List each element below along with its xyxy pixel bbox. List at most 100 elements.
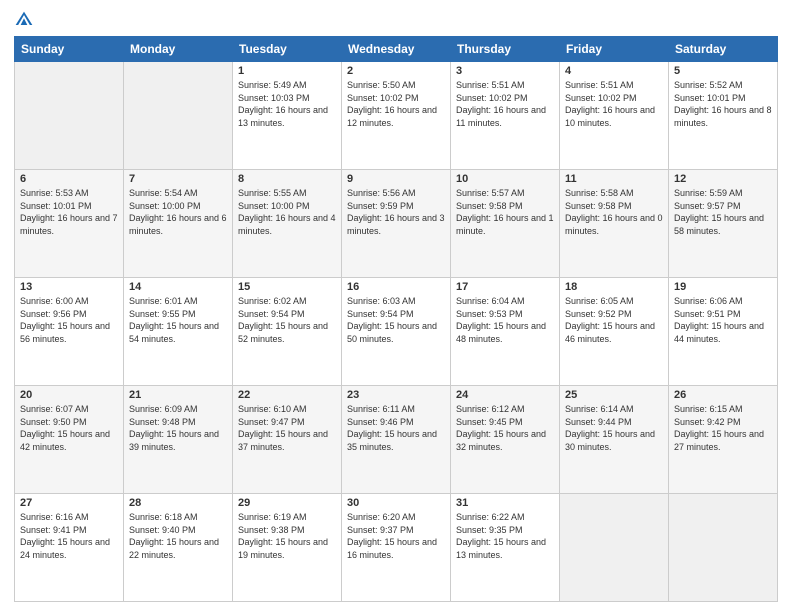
day-detail: Sunrise: 6:03 AMSunset: 9:54 PMDaylight:… (347, 295, 445, 345)
day-number: 2 (347, 65, 445, 77)
calendar-week-row: 20 Sunrise: 6:07 AMSunset: 9:50 PMDayligh… (15, 386, 778, 494)
calendar-week-row: 27 Sunrise: 6:16 AMSunset: 9:41 PMDayligh… (15, 494, 778, 602)
calendar-cell: 29Sunrise: 6:19 AMSunset: 9:38 PMDayligh… (233, 494, 342, 602)
day-detail: Sunrise: 6:16 AMSunset: 9:41 PMDaylight:… (20, 511, 118, 561)
calendar-cell: 22Sunrise: 6:10 AMSunset: 9:47 PMDayligh… (233, 386, 342, 494)
day-detail: Sunrise: 6:06 AMSunset: 9:51 PMDaylight:… (674, 295, 772, 345)
day-detail: Sunrise: 6:05 AMSunset: 9:52 PMDaylight:… (565, 295, 663, 345)
calendar-week-row: 6 Sunrise: 5:53 AMSunset: 10:01 PMDayligh… (15, 170, 778, 278)
day-number: 5 (674, 65, 772, 77)
calendar-cell: 16 Sunrise: 6:03 AMSunset: 9:54 PMDayligh… (342, 278, 451, 386)
calendar-cell: 30 Sunrise: 6:20 AMSunset: 9:37 PMDayligh… (342, 494, 451, 602)
calendar-table: SundayMondayTuesdayWednesdayThursdayFrid… (14, 36, 778, 602)
day-number: 6 (20, 173, 118, 185)
day-number: 15 (238, 281, 336, 293)
day-detail: Sunrise: 5:57 AMSunset: 9:58 PMDaylight:… (456, 187, 554, 237)
day-number: 19 (674, 281, 772, 293)
day-detail: Sunrise: 5:54 AMSunset: 10:00 PMDaylight… (129, 187, 227, 237)
day-detail: Sunrise: 6:07 AMSunset: 9:50 PMDaylight:… (20, 403, 118, 453)
calendar-cell: 21Sunrise: 6:09 AMSunset: 9:48 PMDayligh… (124, 386, 233, 494)
day-number: 27 (20, 497, 118, 509)
day-number: 28 (129, 497, 227, 509)
calendar-cell (669, 494, 778, 602)
day-detail: Sunrise: 6:14 AMSunset: 9:44 PMDaylight:… (565, 403, 663, 453)
calendar-cell: 26 Sunrise: 6:15 AMSunset: 9:42 PMDayligh… (669, 386, 778, 494)
logo (14, 10, 38, 30)
calendar-cell: 27 Sunrise: 6:16 AMSunset: 9:41 PMDayligh… (15, 494, 124, 602)
day-detail: Sunrise: 6:00 AMSunset: 9:56 PMDaylight:… (20, 295, 118, 345)
day-detail: Sunrise: 6:18 AMSunset: 9:40 PMDaylight:… (129, 511, 227, 561)
calendar-cell: 18 Sunrise: 6:05 AMSunset: 9:52 PMDayligh… (560, 278, 669, 386)
calendar-cell: 11 Sunrise: 5:58 AMSunset: 9:58 PMDayligh… (560, 170, 669, 278)
day-number: 17 (456, 281, 554, 293)
calendar-cell: 25 Sunrise: 6:14 AMSunset: 9:44 PMDayligh… (560, 386, 669, 494)
calendar-cell: 7 Sunrise: 5:54 AMSunset: 10:00 PMDayligh… (124, 170, 233, 278)
calendar-cell: 15 Sunrise: 6:02 AMSunset: 9:54 PMDayligh… (233, 278, 342, 386)
day-number: 12 (674, 173, 772, 185)
day-detail: Sunrise: 5:50 AMSunset: 10:02 PMDaylight… (347, 79, 445, 129)
day-number: 3 (456, 65, 554, 77)
day-number: 26 (674, 389, 772, 401)
day-number: 30 (347, 497, 445, 509)
calendar-cell: 3 Sunrise: 5:51 AMSunset: 10:02 PMDayligh… (451, 62, 560, 170)
weekday-header-row: SundayMondayTuesdayWednesdayThursdayFrid… (15, 37, 778, 62)
calendar-cell: 28 Sunrise: 6:18 AMSunset: 9:40 PMDayligh… (124, 494, 233, 602)
calendar-cell: 1 Sunrise: 5:49 AMSunset: 10:03 PMDayligh… (233, 62, 342, 170)
day-number: 18 (565, 281, 663, 293)
calendar-cell: 14 Sunrise: 6:01 AMSunset: 9:55 PMDayligh… (124, 278, 233, 386)
day-number: 1 (238, 65, 336, 77)
day-number: 8 (238, 173, 336, 185)
day-detail: Sunrise: 6:15 AMSunset: 9:42 PMDaylight:… (674, 403, 772, 453)
weekday-header: Saturday (669, 37, 778, 62)
weekday-header: Sunday (15, 37, 124, 62)
day-number: 22 (238, 389, 336, 401)
weekday-header: Thursday (451, 37, 560, 62)
calendar-cell: 6 Sunrise: 5:53 AMSunset: 10:01 PMDayligh… (15, 170, 124, 278)
day-detail: Sunrise: 6:20 AMSunset: 9:37 PMDaylight:… (347, 511, 445, 561)
day-number: 20 (20, 389, 118, 401)
calendar-cell: 23 Sunrise: 6:11 AMSunset: 9:46 PMDayligh… (342, 386, 451, 494)
day-detail: Sunrise: 5:51 AMSunset: 10:02 PMDaylight… (456, 79, 554, 129)
day-number: 14 (129, 281, 227, 293)
calendar-cell: 8Sunrise: 5:55 AMSunset: 10:00 PMDayligh… (233, 170, 342, 278)
day-detail: Sunrise: 5:56 AMSunset: 9:59 PMDaylight:… (347, 187, 445, 237)
calendar-cell: 5 Sunrise: 5:52 AMSunset: 10:01 PMDayligh… (669, 62, 778, 170)
day-detail: Sunrise: 5:52 AMSunset: 10:01 PMDaylight… (674, 79, 772, 129)
day-detail: Sunrise: 6:11 AMSunset: 9:46 PMDaylight:… (347, 403, 445, 453)
calendar-week-row: 1 Sunrise: 5:49 AMSunset: 10:03 PMDayligh… (15, 62, 778, 170)
weekday-header: Tuesday (233, 37, 342, 62)
calendar-cell: 17 Sunrise: 6:04 AMSunset: 9:53 PMDayligh… (451, 278, 560, 386)
day-detail: Sunrise: 6:01 AMSunset: 9:55 PMDaylight:… (129, 295, 227, 345)
day-number: 16 (347, 281, 445, 293)
day-detail: Sunrise: 5:49 AMSunset: 10:03 PMDaylight… (238, 79, 336, 129)
calendar-week-row: 13Sunrise: 6:00 AMSunset: 9:56 PMDayligh… (15, 278, 778, 386)
calendar-cell: 4 Sunrise: 5:51 AMSunset: 10:02 PMDayligh… (560, 62, 669, 170)
day-detail: Sunrise: 5:53 AMSunset: 10:01 PMDaylight… (20, 187, 118, 237)
day-detail: Sunrise: 6:12 AMSunset: 9:45 PMDaylight:… (456, 403, 554, 453)
day-number: 31 (456, 497, 554, 509)
day-number: 4 (565, 65, 663, 77)
day-number: 23 (347, 389, 445, 401)
calendar-cell: 19 Sunrise: 6:06 AMSunset: 9:51 PMDayligh… (669, 278, 778, 386)
day-detail: Sunrise: 6:04 AMSunset: 9:53 PMDaylight:… (456, 295, 554, 345)
logo-icon (14, 10, 34, 30)
calendar-cell: 20 Sunrise: 6:07 AMSunset: 9:50 PMDayligh… (15, 386, 124, 494)
day-number: 21 (129, 389, 227, 401)
day-number: 25 (565, 389, 663, 401)
calendar-cell (124, 62, 233, 170)
calendar-cell: 2 Sunrise: 5:50 AMSunset: 10:02 PMDayligh… (342, 62, 451, 170)
header (14, 10, 778, 30)
day-detail: Sunrise: 5:58 AMSunset: 9:58 PMDaylight:… (565, 187, 663, 237)
calendar-cell (15, 62, 124, 170)
day-detail: Sunrise: 5:51 AMSunset: 10:02 PMDaylight… (565, 79, 663, 129)
calendar-cell: 13Sunrise: 6:00 AMSunset: 9:56 PMDayligh… (15, 278, 124, 386)
day-detail: Sunrise: 6:22 AMSunset: 9:35 PMDaylight:… (456, 511, 554, 561)
day-detail: Sunrise: 5:59 AMSunset: 9:57 PMDaylight:… (674, 187, 772, 237)
day-number: 7 (129, 173, 227, 185)
calendar-cell: 12 Sunrise: 5:59 AMSunset: 9:57 PMDayligh… (669, 170, 778, 278)
calendar-cell (560, 494, 669, 602)
day-number: 11 (565, 173, 663, 185)
day-number: 10 (456, 173, 554, 185)
calendar-cell: 24Sunrise: 6:12 AMSunset: 9:45 PMDayligh… (451, 386, 560, 494)
day-detail: Sunrise: 6:02 AMSunset: 9:54 PMDaylight:… (238, 295, 336, 345)
